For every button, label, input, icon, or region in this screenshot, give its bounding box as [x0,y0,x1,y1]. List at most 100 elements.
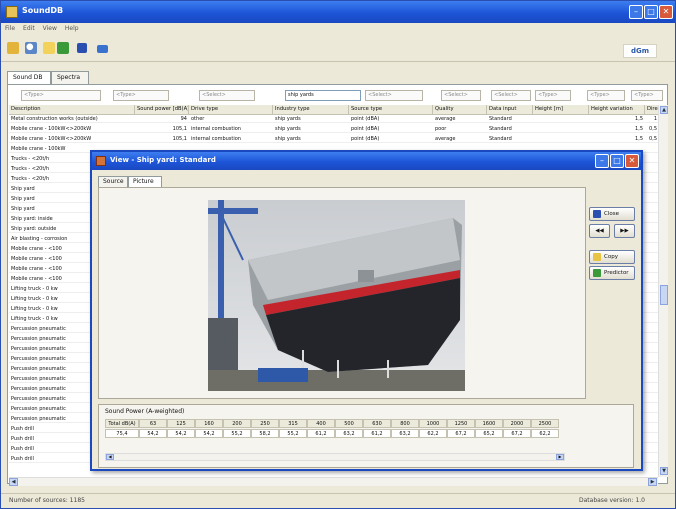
spectrum-header: 160 [195,419,223,428]
vertical-scrollbar[interactable]: ▲ ▼ [658,105,668,477]
previous-button[interactable]: ◀◀ [589,224,610,238]
minimize-button[interactable]: – [629,5,643,19]
spectrum-value: 54,2 [195,429,223,438]
table-cell: 105,1 [172,136,187,142]
predictor-icon [593,269,601,277]
filter-description[interactable]: <Type> [21,90,101,101]
filter-height-variation[interactable]: <Type> [587,90,625,101]
menu-file[interactable]: File [1,23,19,34]
menu-help[interactable]: Help [61,23,83,34]
copy-label: Copy [604,254,618,260]
column-header[interactable]: Quality [433,105,487,115]
horizontal-scrollbar[interactable]: ◀ ▶ [9,477,658,486]
table-cell [645,295,659,303]
filter-drive-type[interactable]: <Select> [199,90,255,101]
spectrum-header: 500 [335,419,363,428]
tab-spectra[interactable]: Spectra [51,71,89,84]
spectrum-label: Sound Power (A-weighted) [105,408,185,415]
table-cell [645,175,659,183]
spectrum-value: 63,2 [391,429,419,438]
dialog-minimize-button[interactable]: – [595,154,609,168]
table-cell [645,285,659,293]
table-cell [533,135,589,143]
column-header[interactable]: Data input [487,105,533,115]
spectrum-header: 800 [391,419,419,428]
table-cell: 0,5 [649,126,657,132]
table-cell [645,225,659,233]
scroll-up-icon[interactable]: ▲ [660,106,668,114]
stop-icon[interactable] [77,43,87,53]
tab-picture[interactable]: Picture [128,176,162,187]
open-folder-icon[interactable] [7,42,19,54]
table-row[interactable]: Mobile crane - 100kW<>200kW 105,1 internal… [9,125,659,133]
dialog-maximize-button[interactable]: □ [610,154,624,168]
spectrum-header: 630 [363,419,391,428]
table-cell: 0,5 [649,136,657,142]
close-icon [593,210,601,218]
table-cell [645,305,659,313]
table-cell: internal combustion [191,126,241,132]
spectrum-value: 65,2 [475,429,503,438]
column-header[interactable]: Source type [349,105,433,115]
spectrum-value: 75,4 [105,429,139,438]
table-row[interactable]: Metal construction works (outside) 94 othe… [9,115,659,123]
spectrum-header: 250 [251,419,279,428]
column-header[interactable]: Height variation [589,105,645,115]
spectrum-value: 62,2 [531,429,559,438]
filter-source-type[interactable]: <Select> [365,90,423,101]
app-icon [6,6,18,18]
close-button[interactable]: ✕ [659,5,673,19]
scroll-right-icon[interactable]: ▶ [648,478,657,486]
table-cell: ship yards [275,126,301,132]
scroll-thumb[interactable] [660,285,668,305]
spectrum-scrollbar[interactable]: ◀ ▶ [105,453,565,461]
table-cell: Standard [489,116,512,122]
table-cell: 1,5 [635,116,643,122]
column-header[interactable]: Height [m] [533,105,589,115]
table-cell [645,385,659,393]
next-button[interactable]: ▶▶ [614,224,635,238]
table-cell [645,215,659,223]
logo: dGm [623,44,657,58]
maximize-button[interactable]: □ [644,5,658,19]
spectrum-value: 63,2 [335,429,363,438]
filter-quality[interactable]: <Select> [441,90,481,101]
search-icon[interactable] [25,42,37,54]
dialog-title-bar[interactable]: View - Ship yard: Standard – □ ✕ [92,152,641,170]
table-row[interactable]: Mobile crane - 100kW<>200kW 105,1 internal… [9,135,659,143]
tab-sound-db[interactable]: Sound DB [7,71,51,84]
filter-industry-type[interactable]: ship yards [285,90,361,101]
column-header[interactable]: Drive type [189,105,273,115]
filter-data-input[interactable]: <Select> [491,90,531,101]
dialog-close-button[interactable]: ✕ [625,154,639,168]
menu-edit[interactable]: Edit [19,23,39,34]
scroll-left-icon[interactable]: ◀ [9,478,18,486]
arrow-icon[interactable] [97,45,108,53]
filter-directivity[interactable]: <Type> [631,90,663,101]
dialog-title: View - Ship yard: Standard [110,156,216,164]
spectrum-header: 2500 [531,419,559,428]
export-icon[interactable] [43,42,55,54]
filter-height[interactable]: <Type> [535,90,571,101]
excel-icon[interactable] [57,42,69,54]
title-bar[interactable]: SoundDB – □ ✕ [1,1,675,23]
column-header[interactable]: Direc... [645,105,659,115]
table-cell: ship yards [275,136,301,142]
menu-view[interactable]: View [39,23,61,34]
column-header[interactable]: Description [9,105,135,115]
scroll-down-icon[interactable]: ▼ [660,467,668,475]
table-cell [645,255,659,263]
column-header[interactable]: Sound power [dB(A)] [135,105,189,115]
spectrum-scroll-left-icon[interactable]: ◀ [106,454,114,460]
predictor-button[interactable]: Predictor [589,266,635,280]
tab-source[interactable]: Source [98,176,128,187]
spectrum-scroll-right-icon[interactable]: ▶ [556,454,564,460]
column-header[interactable]: Industry type [273,105,349,115]
close-dialog-button[interactable]: Close [589,207,635,221]
table-cell [645,245,659,253]
copy-button[interactable]: Copy [589,250,635,264]
spectrum-value: 67,2 [503,429,531,438]
table-cell [645,315,659,323]
filter-sound-power[interactable]: <Type> [113,90,169,101]
table-cell: Metal construction works (outside) [11,116,98,122]
